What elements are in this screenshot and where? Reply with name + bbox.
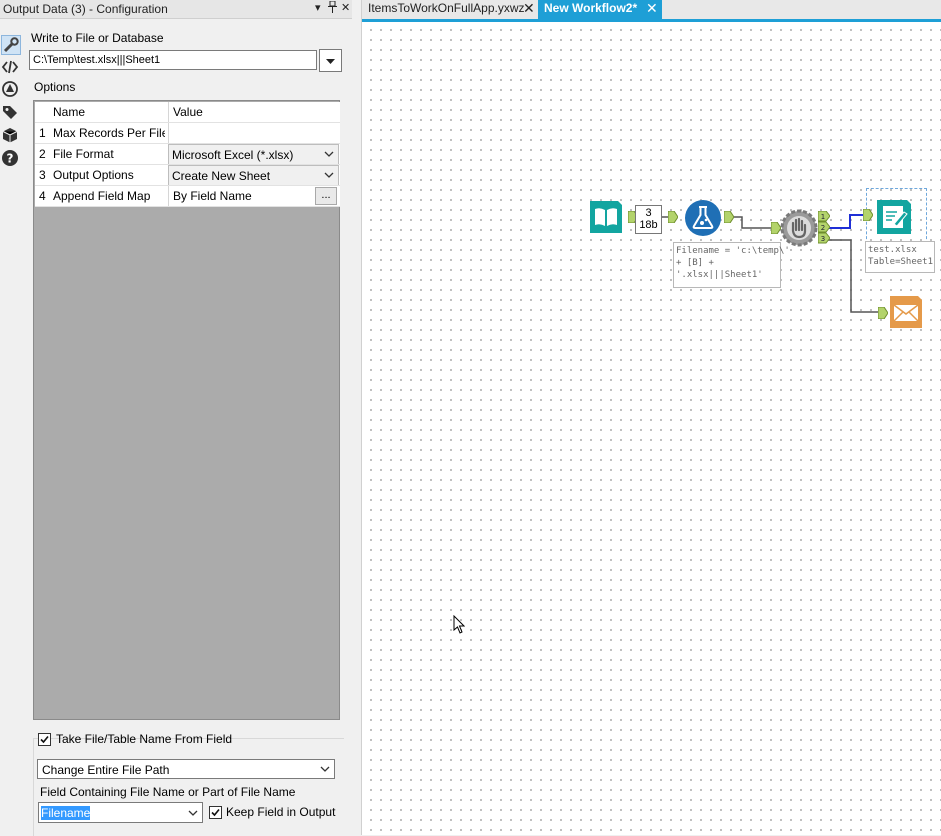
options-grid: Name Value 1 Max Records Per File 2 File… — [33, 100, 340, 720]
write-to-file-input[interactable]: C:\Temp\test.xlsx|||Sheet1 — [29, 50, 317, 70]
row-number: 4 — [39, 189, 46, 203]
output-anchor-icon[interactable] — [724, 211, 734, 223]
record-count: 3 — [645, 207, 652, 219]
anchor-label: 2 — [821, 224, 825, 232]
append-field-map-button[interactable]: ... — [315, 187, 337, 205]
tab-label: New Workflow2* — [544, 1, 638, 15]
grid-header: Name Value — [35, 102, 340, 123]
write-to-label: Write to File or Database — [31, 31, 164, 45]
email-tool[interactable] — [889, 295, 923, 329]
input-data-tool[interactable] — [588, 199, 624, 235]
input-anchor-icon[interactable] — [668, 211, 678, 223]
keep-field-label: Keep Field in Output — [226, 805, 336, 819]
svg-text:?: ? — [7, 152, 14, 166]
connection-line — [733, 216, 774, 229]
row-name: Output Options — [53, 168, 134, 182]
envelope-icon — [890, 296, 922, 328]
workflow-canvas[interactable]: 3 18b Filename = 'c:\temp\' + [B] + '.xl… — [362, 22, 941, 835]
file-format-value: Microsoft Excel (*.xlsx) — [172, 148, 294, 162]
record-count-badge: 3 18b — [635, 205, 662, 234]
panel-splitter[interactable] — [352, 0, 362, 835]
close-panel-icon[interactable]: ✕ — [341, 1, 350, 14]
grid-row-max-records[interactable]: 1 Max Records Per File — [35, 123, 340, 144]
chevron-down-icon — [320, 766, 330, 772]
chevron-down-icon — [324, 172, 334, 178]
write-document-icon — [877, 200, 911, 234]
formula-annotation: Filename = 'c:\temp\' + [B] + '.xlsx|||S… — [673, 242, 790, 288]
connection-line-selected — [828, 214, 864, 229]
close-tab-icon[interactable]: ✕ — [523, 0, 535, 17]
row-name: Append Field Map — [53, 189, 151, 203]
record-size: 18b — [639, 219, 658, 231]
filename-field-select[interactable]: Filename — [38, 802, 203, 823]
append-field-map-value: By Field Name — [168, 186, 313, 207]
annotation-line: test.xlsx — [868, 245, 917, 255]
configuration-panel: Output Data (3) - Configuration ▾ ✕ ? Wr… — [0, 0, 352, 836]
change-mode-select[interactable]: Change Entire File Path — [37, 759, 335, 779]
output-data-tool[interactable] — [875, 199, 913, 235]
annotation-line: '.xlsx|||Sheet1' — [676, 270, 763, 280]
chevron-down-icon — [188, 810, 198, 816]
pin-icon[interactable] — [328, 0, 337, 16]
checkmark-icon — [40, 735, 49, 744]
caret-down-icon — [326, 59, 335, 64]
file-format-select[interactable]: Microsoft Excel (*.xlsx) — [168, 144, 339, 165]
grid-header-name: Name — [53, 105, 86, 119]
keep-field-checkbox[interactable] — [209, 806, 222, 819]
anchor-label: 1 — [821, 213, 825, 221]
filename-field-value: Filename — [41, 806, 91, 820]
write-to-dropdown-button[interactable] — [319, 49, 342, 72]
annotation-line: Table=Sheet1 — [868, 257, 934, 267]
connections-layer — [639, 214, 882, 313]
grid-row-file-format[interactable]: 2 File Format Microsoft Excel (*.xlsx) — [35, 144, 340, 165]
hand-stop-icon — [780, 209, 818, 247]
close-tab-icon[interactable]: ✕ — [646, 0, 658, 17]
output-anchors[interactable]: 1 2 3 — [818, 211, 830, 244]
chevron-down-icon — [324, 151, 334, 157]
input-anchor-icon[interactable] — [863, 209, 873, 221]
panel-title-bar: Output Data (3) - Configuration ▾ ✕ — [0, 0, 352, 19]
row-name: Max Records Per File — [53, 126, 165, 140]
help-icon[interactable]: ? — [1, 149, 21, 169]
tab-new-workflow2[interactable]: New Workflow2* ✕ — [538, 0, 662, 19]
annotation-icon[interactable] — [1, 80, 21, 100]
row-name: File Format — [53, 147, 114, 161]
output-annotation: test.xlsx Table=Sheet1 — [865, 241, 935, 273]
tab-label: ItemsToWorkOnFullApp.yxwz — [368, 1, 525, 15]
max-records-value[interactable] — [168, 123, 338, 144]
grid-header-value: Value — [168, 102, 338, 123]
block-until-done-tool[interactable] — [780, 209, 818, 247]
tab-itemstoworkonfullapp[interactable]: ItemsToWorkOnFullApp.yxwz ✕ — [362, 0, 538, 19]
flask-icon — [685, 200, 721, 236]
annotation-line: + [B] + — [676, 258, 714, 268]
package-icon[interactable] — [1, 126, 21, 146]
row-number: 1 — [39, 126, 46, 140]
write-to-file-value: C:\Temp\test.xlsx|||Sheet1 — [33, 54, 161, 66]
field-containing-label: Field Containing File Name or Part of Fi… — [40, 785, 296, 799]
checkmark-icon — [211, 808, 220, 817]
configuration-wrench-icon[interactable] — [1, 35, 21, 55]
output-options-select[interactable]: Create New Sheet — [168, 165, 339, 186]
take-name-from-field-checkbox[interactable] — [38, 733, 51, 746]
row-number: 2 — [39, 147, 46, 161]
mouse-cursor-icon — [453, 615, 465, 634]
grid-row-append-field-map[interactable]: 4 Append Field Map By Field Name ... — [35, 186, 340, 207]
row-number: 3 — [39, 168, 46, 182]
formula-tool[interactable] — [684, 199, 722, 237]
annotation-line: Filename = 'c:\temp\' — [676, 246, 790, 256]
anchor-label: 3 — [821, 235, 825, 243]
take-name-from-field-label: Take File/Table Name From Field — [56, 732, 233, 746]
output-options-value: Create New Sheet — [172, 169, 271, 183]
tag-icon[interactable] — [1, 103, 21, 123]
change-mode-value: Change Entire File Path — [42, 763, 170, 777]
input-anchor-icon[interactable] — [878, 307, 888, 319]
options-label: Options — [34, 80, 76, 94]
panel-menu-icon[interactable]: ▾ — [315, 1, 321, 14]
book-icon — [590, 201, 622, 233]
panel-title: Output Data (3) - Configuration — [3, 2, 168, 16]
grid-row-output-options[interactable]: 3 Output Options Create New Sheet — [35, 165, 340, 186]
document-tab-bar: ItemsToWorkOnFullApp.yxwz ✕ New Workflow… — [362, 0, 941, 19]
xml-code-icon[interactable] — [1, 58, 21, 78]
